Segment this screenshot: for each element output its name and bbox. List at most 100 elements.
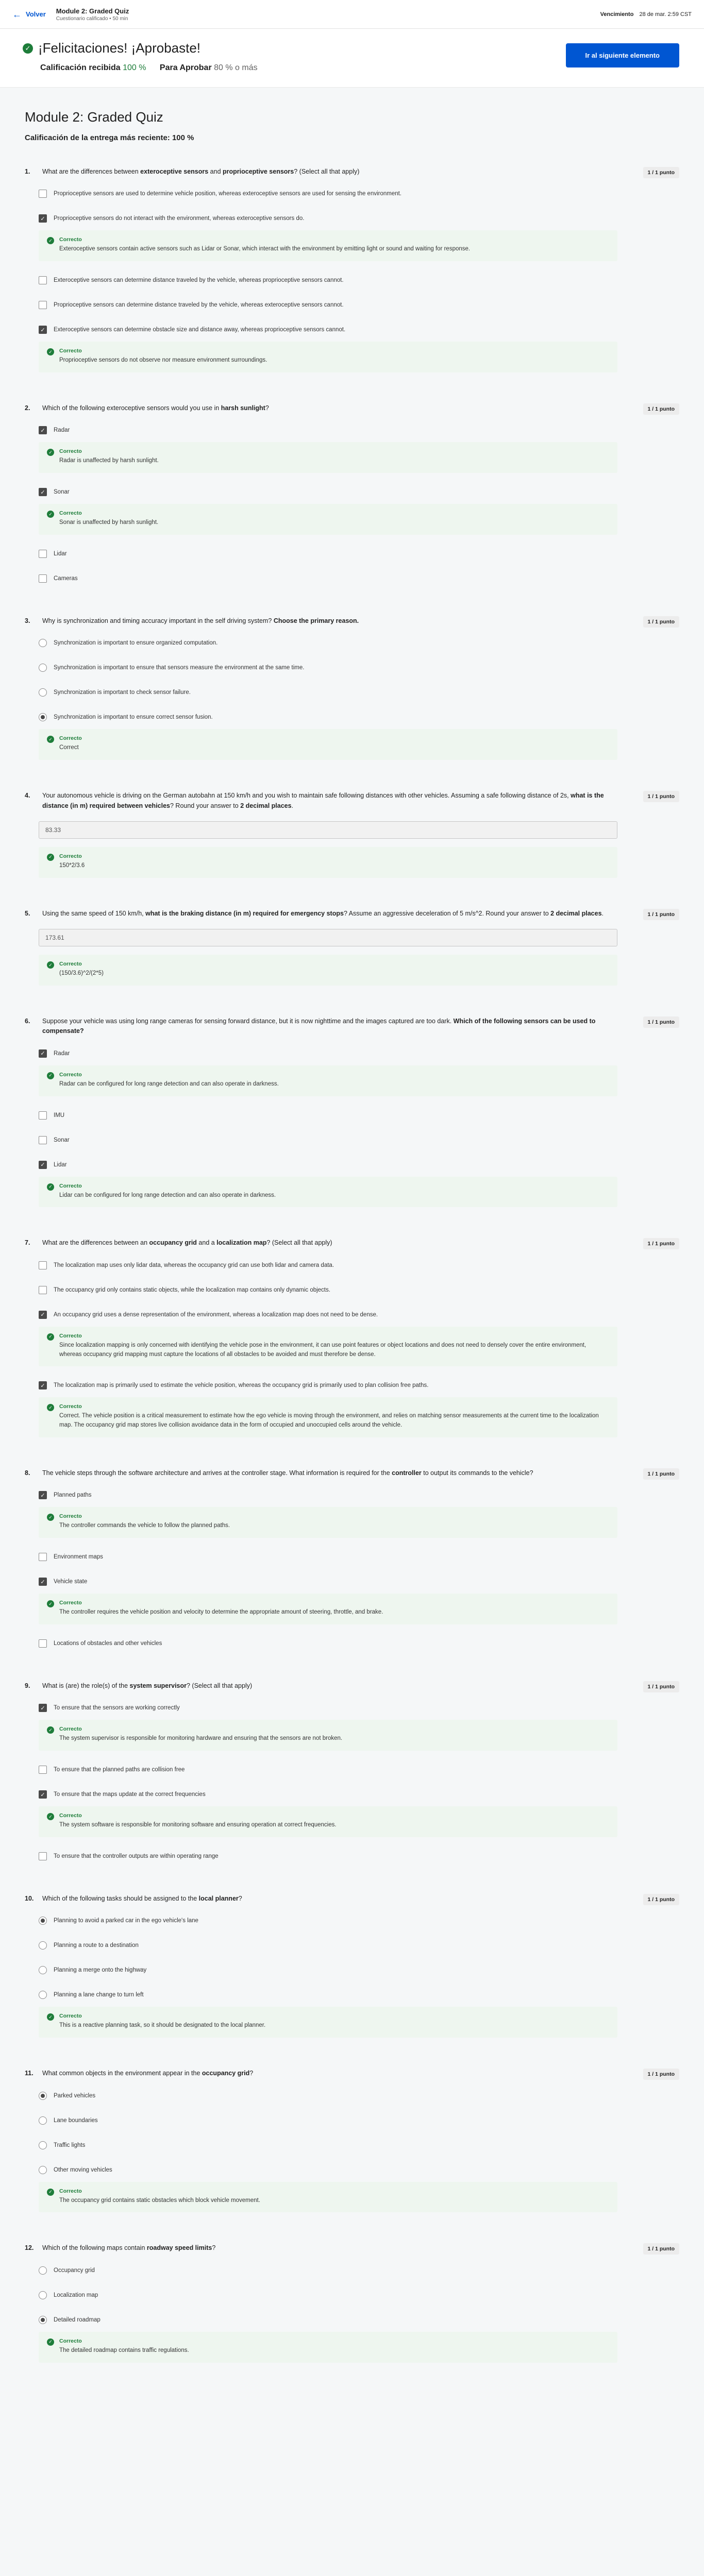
radio-empty-icon[interactable] (39, 2141, 47, 2149)
radio-option[interactable]: Planning a lane change to turn left (39, 1988, 617, 2002)
checkbox-checked-icon[interactable]: ✓ (39, 1049, 47, 1058)
radio-option[interactable]: Occupancy grid (39, 2264, 617, 2277)
radio-empty-icon[interactable] (39, 1941, 47, 1950)
answer-input[interactable] (39, 821, 617, 839)
checkbox-checked-icon[interactable]: ✓ (39, 426, 47, 435)
radio-option[interactable]: Synchronization is important to check se… (39, 686, 617, 699)
checkbox-option[interactable]: Exteroceptive sensors can determine dist… (39, 274, 617, 287)
checkbox-option[interactable]: The occupancy grid only contains static … (39, 1283, 617, 1297)
radio-option[interactable]: Synchronization is important to ensure c… (39, 710, 617, 724)
result-banner: ✓ ¡Felicitaciones! ¡Aprobaste! Calificac… (0, 29, 704, 88)
checkbox-checked-icon[interactable]: ✓ (39, 1491, 47, 1500)
feedback-text: The system software is responsible for m… (59, 1822, 337, 1828)
radio-option[interactable]: Synchronization is important to ensure t… (39, 661, 617, 674)
radio-empty-icon[interactable] (39, 2266, 47, 2275)
radio-empty-icon[interactable] (39, 639, 47, 648)
radio-empty-icon[interactable] (39, 2291, 47, 2299)
question-1: 1. What are the differences between exter… (25, 167, 679, 372)
checkbox-option[interactable]: ✓ Exteroceptive sensors can determine obs… (39, 323, 617, 336)
radio-empty-icon[interactable] (39, 688, 47, 697)
radio-selected-icon[interactable] (39, 713, 47, 722)
checkbox-option[interactable]: ✓ Lidar (39, 1158, 617, 1172)
radio-selected-icon[interactable] (39, 1917, 47, 1925)
checkbox-checked-icon[interactable]: ✓ (39, 214, 47, 223)
checkbox-option[interactable]: ✓ The localization map is primarily used … (39, 1379, 617, 1392)
radio-empty-icon[interactable] (39, 2165, 47, 2174)
checkbox-empty-icon[interactable] (39, 190, 47, 198)
checkbox-option[interactable]: Proprioceptive sensors are used to deter… (39, 187, 617, 200)
checkbox-option[interactable]: ✓ An occupancy grid uses a dense represen… (39, 1308, 617, 1321)
feedback-body: Correcto (150/3.6)^2/(2*5) (59, 961, 104, 978)
checkbox-empty-icon[interactable] (39, 1639, 47, 1648)
question-8: 8. The vehicle steps through the software… (25, 1468, 679, 1650)
checkbox-option[interactable]: Cameras (39, 572, 617, 585)
checkbox-option[interactable]: Locations of obstacles and other vehicle… (39, 1637, 617, 1650)
checkbox-option[interactable]: ✓ Planned paths (39, 1488, 617, 1502)
checkbox-checked-icon[interactable]: ✓ (39, 326, 47, 334)
checkbox-empty-icon[interactable] (39, 301, 47, 310)
main-content: Module 2: Graded Quiz Calificación de la… (0, 88, 704, 2363)
checkbox-option[interactable]: ✓ Radar (39, 1047, 617, 1060)
checkbox-checked-icon[interactable]: ✓ (39, 1578, 47, 1586)
checkbox-option[interactable]: Proprioceptive sensors can determine dis… (39, 298, 617, 312)
radio-option[interactable]: Planning a route to a destination (39, 1939, 617, 1952)
checkbox-option[interactable]: ✓ Vehicle state (39, 1575, 617, 1588)
question-prompt: 2. Which of the following exteroceptive s… (25, 403, 679, 413)
radio-empty-icon[interactable] (39, 664, 47, 672)
radio-empty-icon[interactable] (39, 1966, 47, 1975)
checkbox-option[interactable]: IMU (39, 1109, 617, 1122)
radio-option[interactable]: Lane boundaries (39, 2114, 617, 2127)
option-label: Detailed roadmap (54, 2316, 100, 2323)
checkbox-empty-icon[interactable] (39, 1285, 47, 1294)
radio-selected-icon[interactable] (39, 2091, 47, 2100)
checkbox-option[interactable]: ✓ Proprioceptive sensors do not interact … (39, 212, 617, 225)
radio-option[interactable]: Localization map (39, 2289, 617, 2302)
checkbox-empty-icon[interactable] (39, 1852, 47, 1860)
checkbox-empty-icon[interactable] (39, 550, 47, 558)
radio-option[interactable]: Detailed roadmap (39, 2313, 617, 2327)
checkbox-option[interactable]: ✓ To ensure that the maps update at the c… (39, 1788, 617, 1801)
feedback-text: Correct. The vehicle position is a criti… (59, 1413, 599, 1429)
checkbox-checked-icon[interactable]: ✓ (39, 1704, 47, 1713)
next-item-button[interactable]: Ir al siguiente elemento (565, 43, 679, 67)
checkbox-option[interactable]: ✓ To ensure that the sensors are working … (39, 1701, 617, 1715)
question-text: What are the differences between an occu… (42, 1239, 332, 1247)
question-prompt: 10. Which of the following tasks should b… (25, 1894, 679, 1904)
feedback-title: Correcto (59, 1182, 82, 1189)
checkbox-option[interactable]: To ensure that the controller outputs ar… (39, 1850, 617, 1863)
checkbox-option[interactable]: Environment maps (39, 1550, 617, 1564)
check-circle-icon: ✓ (47, 511, 54, 518)
checkbox-empty-icon[interactable] (39, 1261, 47, 1269)
checkbox-empty-icon[interactable] (39, 574, 47, 583)
radio-option[interactable]: Synchronization is important to ensure o… (39, 636, 617, 650)
radio-empty-icon[interactable] (39, 2116, 47, 2125)
radio-option[interactable]: Traffic lights (39, 2139, 617, 2152)
checkbox-option[interactable]: Lidar (39, 547, 617, 561)
checkbox-option[interactable]: Sonar (39, 1133, 617, 1147)
checkbox-option[interactable]: ✓ Radar (39, 423, 617, 437)
radio-option[interactable]: Other moving vehicles (39, 2163, 617, 2177)
checkbox-checked-icon[interactable]: ✓ (39, 1790, 47, 1799)
question-prompt: 1. What are the differences between exter… (25, 167, 679, 177)
checkbox-checked-icon[interactable]: ✓ (39, 1160, 47, 1169)
points-badge: 1 / 1 punto (643, 403, 679, 415)
radio-selected-icon[interactable] (39, 2315, 47, 2324)
checkbox-option[interactable]: ✓ Sonar (39, 485, 617, 499)
checkbox-option[interactable]: To ensure that the planned paths are col… (39, 1763, 617, 1776)
checkbox-empty-icon[interactable] (39, 1766, 47, 1774)
radio-option[interactable]: Planning a merge onto the highway (39, 1963, 617, 1977)
radio-empty-icon[interactable] (39, 1991, 47, 1999)
radio-option[interactable]: Planning to avoid a parked car in the eg… (39, 1914, 617, 1927)
checkbox-empty-icon[interactable] (39, 276, 47, 285)
checkbox-option[interactable]: The localization map uses only lidar dat… (39, 1259, 617, 1272)
radio-option[interactable]: Parked vehicles (39, 2089, 617, 2103)
answer-input[interactable] (39, 929, 617, 947)
checkbox-checked-icon[interactable]: ✓ (39, 1381, 47, 1390)
checkbox-empty-icon[interactable] (39, 1111, 47, 1120)
checkbox-checked-icon[interactable]: ✓ (39, 1310, 47, 1319)
back-button[interactable]: ← Volver (12, 10, 46, 19)
checkbox-checked-icon[interactable]: ✓ (39, 488, 47, 497)
checkbox-empty-icon[interactable] (39, 1136, 47, 1144)
option-label: Synchronization is important to ensure o… (54, 640, 218, 647)
checkbox-empty-icon[interactable] (39, 1553, 47, 1562)
